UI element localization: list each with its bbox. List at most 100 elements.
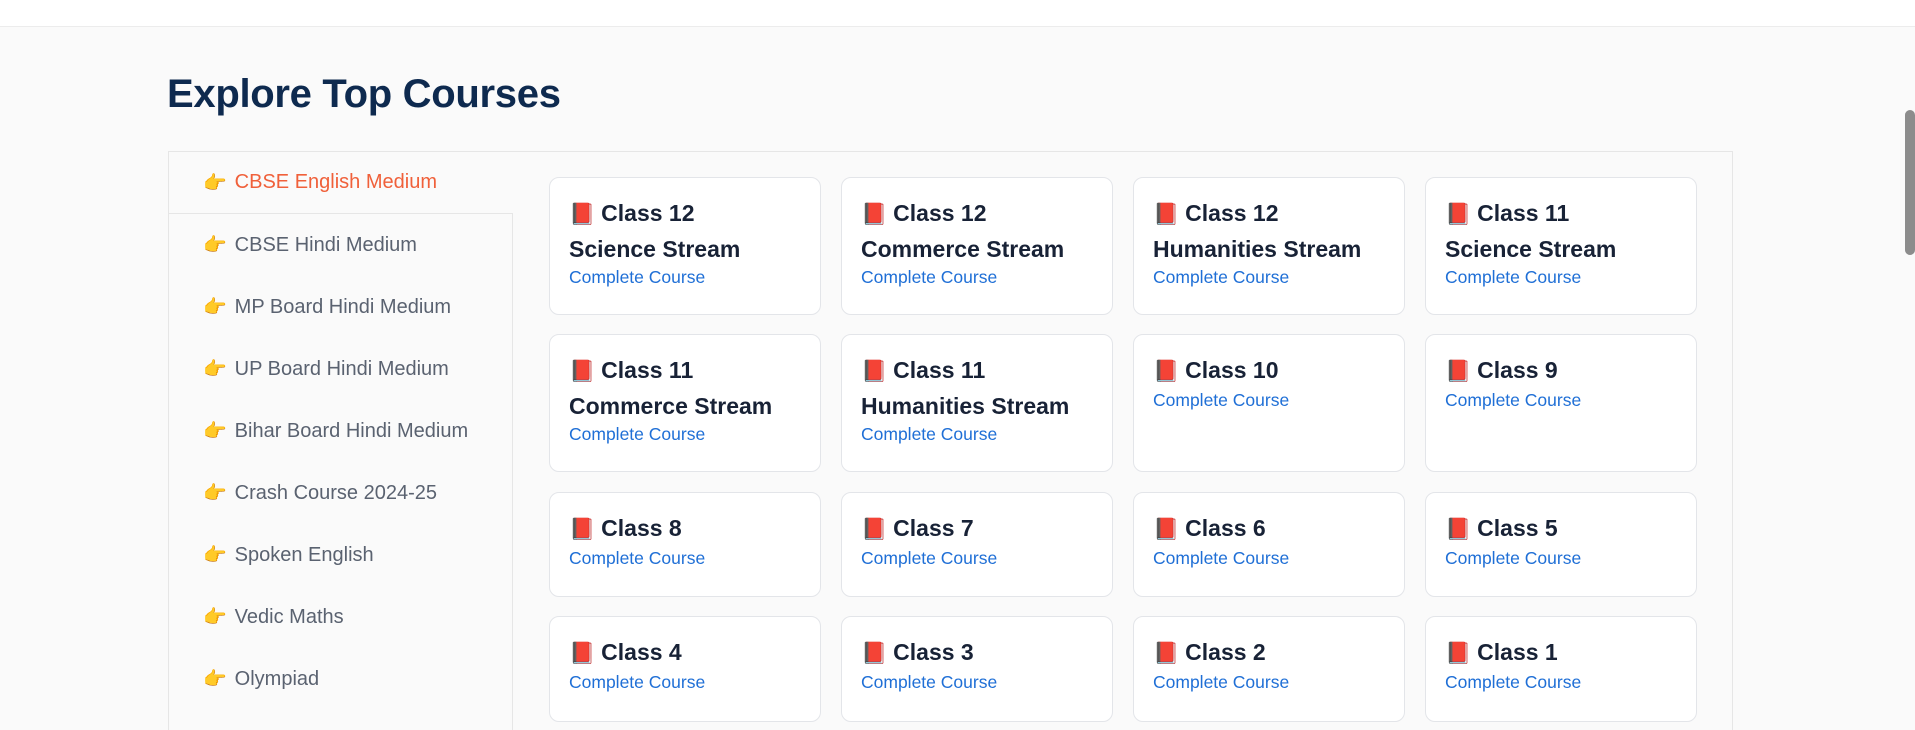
sidebar-item-mp-board-hindi-medium[interactable]: 👉 MP Board Hindi Medium [169,276,512,338]
book-icon: 📕 [1445,360,1472,383]
sidebar-item-up-board-hindi-medium[interactable]: 👉 UP Board Hindi Medium [169,338,512,400]
card-title: 📕 Class 11 Commerce Stream [569,353,802,423]
course-class: Class 4 [601,639,682,665]
sidebar-item-label: Vedic Maths [234,605,344,628]
course-class: Class 3 [893,639,974,665]
card-title: 📕 Class 9 [1445,353,1678,389]
card-title: 📕 Class 3 [861,635,1094,671]
sidebar-item-crash-course[interactable]: 👉 Crash Course 2024-25 [169,462,512,524]
complete-course-link[interactable]: Complete Course [569,672,705,693]
course-card[interactable]: 📕 Class 5 Complete Course [1425,492,1697,597]
pointing-hand-icon: 👉 [203,483,227,504]
course-class: Class 11 [601,357,694,383]
course-card[interactable]: 📕 Class 12 Commerce Stream Complete Course [841,177,1113,315]
pointing-hand-icon: 👉 [203,545,227,566]
pointing-hand-icon: 👉 [203,235,227,256]
complete-course-link[interactable]: Complete Course [1445,390,1581,411]
pointing-hand-icon: 👉 [203,297,227,318]
book-icon: 📕 [861,642,888,665]
course-card[interactable]: 📕 Class 10 Complete Course [1133,334,1405,472]
book-icon: 📕 [1153,203,1180,226]
sidebar-item-spoken-english[interactable]: 👉 Spoken English [169,524,512,586]
book-icon: 📕 [1445,642,1472,665]
pointing-hand-icon: 👉 [203,669,227,690]
course-card[interactable]: 📕 Class 1 Complete Course [1425,616,1697,722]
page-scrollbar[interactable] [1905,110,1915,255]
complete-course-link[interactable]: Complete Course [569,548,705,569]
sidebar-item-label: CBSE Hindi Medium [234,233,417,256]
course-card[interactable]: 📕 Class 8 Complete Course [549,492,821,597]
book-icon: 📕 [1445,203,1472,226]
sidebar-item-label: UP Board Hindi Medium [234,357,449,380]
course-card[interactable]: 📕 Class 11 Commerce Stream Complete Course [549,334,821,472]
book-icon: 📕 [1153,642,1180,665]
card-title: 📕 Class 7 [861,511,1094,547]
complete-course-link[interactable]: Complete Course [1445,267,1581,288]
sidebar-item-bihar-board-hindi-medium[interactable]: 👉 Bihar Board Hindi Medium [169,400,512,462]
course-class: Class 7 [893,515,974,541]
sidebar-item-vedic-maths[interactable]: 👉 Vedic Maths [169,586,512,648]
course-card[interactable]: 📕 Class 7 Complete Course [841,492,1113,597]
complete-course-link[interactable]: Complete Course [861,548,997,569]
card-title: 📕 Class 5 [1445,511,1678,547]
course-class: Class 5 [1477,515,1558,541]
card-title: 📕 Class 2 [1153,635,1386,671]
course-card[interactable]: 📕 Class 11 Humanities Stream Complete Cour… [841,334,1113,472]
course-stream: Humanities Stream [1153,236,1362,262]
course-class: Class 2 [1185,639,1266,665]
book-icon: 📕 [569,360,596,383]
course-class: Class 11 [1477,200,1570,226]
course-card[interactable]: 📕 Class 6 Complete Course [1133,492,1405,597]
course-card[interactable]: 📕 Class 3 Complete Course [841,616,1113,722]
book-icon: 📕 [569,203,596,226]
card-title: 📕 Class 12 Humanities Stream [1153,196,1386,266]
card-title: 📕 Class 11 Science Stream [1445,196,1678,266]
course-class: Class 12 [601,200,695,226]
complete-course-link[interactable]: Complete Course [1153,267,1289,288]
course-card[interactable]: 📕 Class 4 Complete Course [549,616,821,722]
course-class: Class 9 [1477,357,1558,383]
book-icon: 📕 [569,642,596,665]
pointing-hand-icon: 👉 [203,421,227,442]
course-stream: Science Stream [1445,236,1617,262]
course-class: Class 12 [893,200,987,226]
page-title: Explore Top Courses [167,72,561,116]
sidebar-item-cbse-hindi-medium[interactable]: 👉 CBSE Hindi Medium [169,214,512,276]
pointing-hand-icon: 👉 [203,359,227,380]
complete-course-link[interactable]: Complete Course [569,424,705,445]
course-card[interactable]: 📕 Class 12 Humanities Stream Complete Cour… [1133,177,1405,315]
card-title: 📕 Class 4 [569,635,802,671]
category-sidebar: 👉 CBSE English Medium 👉 CBSE Hindi Mediu… [169,152,513,730]
pointing-hand-icon: 👉 [203,172,227,194]
book-icon: 📕 [569,518,596,541]
card-title: 📕 Class 10 [1153,353,1386,389]
course-class: Class 10 [1185,357,1279,383]
course-card[interactable]: 📕 Class 12 Science Stream Complete Course [549,177,821,315]
course-class: Class 1 [1477,639,1558,665]
sidebar-item-label: CBSE English Medium [234,171,437,193]
card-title: 📕 Class 1 [1445,635,1678,671]
top-bar [0,0,1915,27]
course-class: Class 6 [1185,515,1266,541]
complete-course-link[interactable]: Complete Course [569,267,705,288]
pointing-hand-icon: 👉 [203,607,227,628]
sidebar-item-label: Spoken English [234,543,374,566]
complete-course-link[interactable]: Complete Course [1153,672,1289,693]
sidebar-item-label: Olympiad [234,667,320,690]
complete-course-link[interactable]: Complete Course [1153,390,1289,411]
complete-course-link[interactable]: Complete Course [861,267,997,288]
complete-course-link[interactable]: Complete Course [1153,548,1289,569]
complete-course-link[interactable]: Complete Course [861,672,997,693]
complete-course-link[interactable]: Complete Course [861,424,997,445]
complete-course-link[interactable]: Complete Course [1445,548,1581,569]
sidebar-item-label: MP Board Hindi Medium [234,295,452,318]
course-stream: Commerce Stream [861,236,1065,262]
card-title: 📕 Class 12 Science Stream [569,196,802,266]
sidebar-item-cbse-english-medium[interactable]: 👉 CBSE English Medium [169,152,513,214]
book-icon: 📕 [1445,518,1472,541]
sidebar-item-olympiad[interactable]: 👉 Olympiad [169,648,512,710]
course-card[interactable]: 📕 Class 9 Complete Course [1425,334,1697,472]
course-card[interactable]: 📕 Class 11 Science Stream Complete Course [1425,177,1697,315]
course-card[interactable]: 📕 Class 2 Complete Course [1133,616,1405,722]
complete-course-link[interactable]: Complete Course [1445,672,1581,693]
